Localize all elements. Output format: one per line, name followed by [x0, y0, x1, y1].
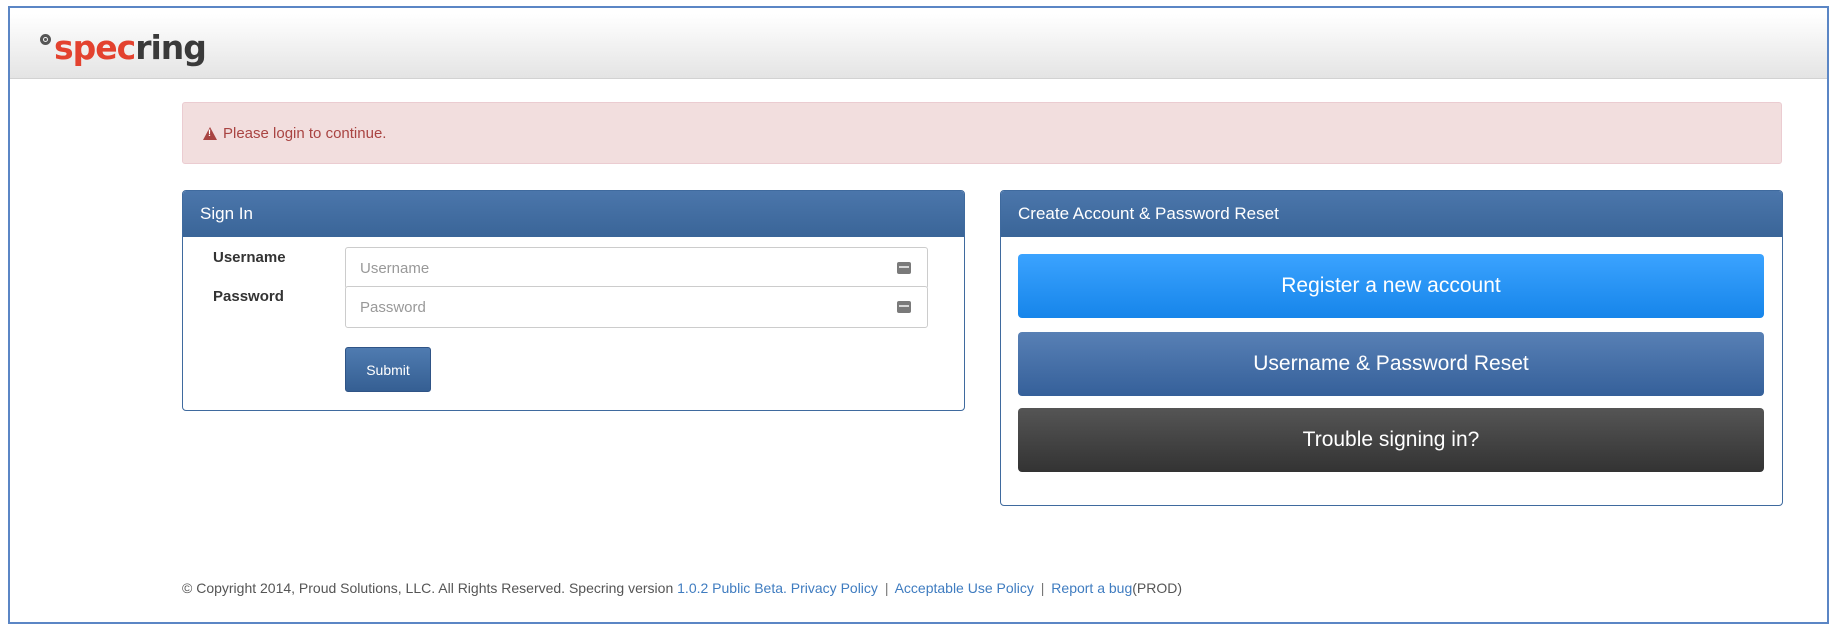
password-field-wrap [345, 286, 928, 328]
logo-text-ring: ring [135, 28, 207, 67]
logo-dot-icon [40, 34, 51, 45]
password-label: Password [213, 288, 284, 305]
footer-separator: | [884, 580, 889, 596]
keyboard-icon [897, 301, 911, 313]
navbar: spec ring [10, 14, 1827, 79]
create-account-panel: Create Account & Password Reset Register… [1000, 190, 1783, 506]
version-link[interactable]: 1.0.2 Public Beta. [677, 580, 787, 596]
warning-icon [203, 126, 217, 140]
alert-text: Please login to continue. [223, 124, 387, 142]
footer-separator: | [1040, 580, 1045, 596]
report-bug-link[interactable]: Report a bug [1051, 580, 1132, 596]
create-panel-title: Create Account & Password Reset [1001, 191, 1782, 237]
acceptable-use-link[interactable]: Acceptable Use Policy [895, 580, 1034, 596]
login-alert: Please login to continue. [182, 102, 1782, 164]
environment-label: (PROD) [1132, 580, 1183, 596]
keyboard-icon [897, 262, 911, 274]
privacy-policy-link[interactable]: Privacy Policy [791, 580, 878, 596]
submit-button[interactable]: Submit [345, 347, 431, 392]
username-input[interactable] [346, 247, 927, 289]
signin-panel-title: Sign In [183, 191, 964, 237]
copyright-text: © Copyright 2014, Proud Solutions, LLC. … [182, 580, 674, 596]
brand-logo[interactable]: spec ring [40, 28, 207, 68]
password-input[interactable] [346, 286, 927, 328]
password-reset-button[interactable]: Username & Password Reset [1018, 332, 1764, 396]
signin-panel: Sign In Username Password Submit [182, 190, 965, 411]
trouble-signing-in-button[interactable]: Trouble signing in? [1018, 408, 1764, 472]
logo-text-spec: spec [54, 28, 136, 67]
footer: © Copyright 2014, Proud Solutions, LLC. … [182, 580, 1182, 596]
username-field-wrap [345, 247, 928, 289]
register-button[interactable]: Register a new account [1018, 254, 1764, 318]
username-label: Username [213, 249, 286, 266]
